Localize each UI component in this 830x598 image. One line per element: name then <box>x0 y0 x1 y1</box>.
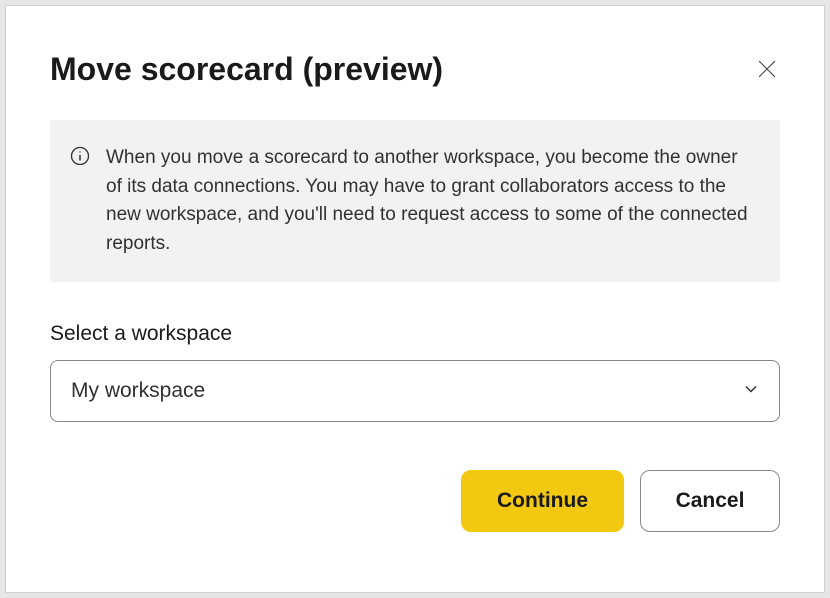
workspace-dropdown-value: My workspace <box>71 379 205 403</box>
info-message: When you move a scorecard to another wor… <box>106 144 752 258</box>
workspace-selector-label: Select a workspace <box>50 322 780 346</box>
cancel-button[interactable]: Cancel <box>640 470 780 532</box>
info-icon <box>70 146 90 166</box>
move-scorecard-dialog: Move scorecard (preview) When you move a… <box>5 5 825 593</box>
close-button[interactable] <box>754 56 780 85</box>
dialog-footer: Continue Cancel <box>50 470 780 532</box>
dialog-title: Move scorecard (preview) <box>50 50 443 88</box>
dialog-header: Move scorecard (preview) <box>50 50 780 88</box>
continue-button[interactable]: Continue <box>461 470 624 532</box>
chevron-down-icon <box>743 379 759 403</box>
workspace-dropdown[interactable]: My workspace <box>50 360 780 422</box>
info-banner: When you move a scorecard to another wor… <box>50 120 780 282</box>
close-icon <box>758 60 776 81</box>
